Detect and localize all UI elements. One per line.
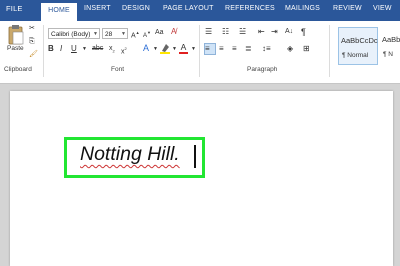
copy-icon[interactable]: ⎘ — [29, 37, 35, 47]
shading-icon[interactable]: ◈ — [287, 44, 293, 54]
italic-icon[interactable]: I — [60, 44, 62, 54]
paste-button[interactable] — [6, 24, 26, 46]
tab-home[interactable]: HOME — [41, 3, 77, 21]
highlight-color-icon[interactable] — [160, 43, 170, 56]
style-name: ¶ N — [383, 51, 393, 58]
ribbon-tab-bar: FILE HOME INSERT DESIGN PAGE LAYOUT REFE… — [0, 0, 400, 21]
chevron-down-icon: ▼ — [121, 31, 126, 37]
format-painter-icon[interactable]: 🖌 — [29, 50, 38, 60]
sort-icon[interactable]: A↓ — [285, 27, 293, 37]
paste-label: Paste — [7, 45, 24, 52]
style-name: ¶ Normal — [342, 52, 369, 59]
tab-references[interactable]: REFERENCES — [225, 5, 275, 12]
style-normal[interactable]: AaBbCcDc ¶ Normal — [338, 27, 378, 65]
group-divider — [199, 25, 200, 77]
borders-icon[interactable]: ⊞ — [303, 44, 310, 54]
grow-font-icon[interactable]: A▲ — [131, 28, 140, 41]
tab-mailings[interactable]: MAILINGS — [285, 5, 320, 12]
align-right-icon[interactable]: ≡ — [232, 44, 237, 54]
line-spacing-icon[interactable]: ↕≡ — [262, 44, 271, 54]
bold-icon[interactable]: B — [48, 44, 54, 54]
cut-icon[interactable]: ✂ — [29, 24, 35, 34]
show-formatting-icon[interactable]: ¶ — [301, 27, 306, 37]
style-sample: AaBb — [382, 35, 400, 44]
chevron-down-icon: ▼ — [93, 31, 98, 37]
increase-indent-icon[interactable]: ⇥ — [271, 27, 278, 37]
shrink-font-icon[interactable]: A▼ — [143, 28, 151, 41]
numbering-icon[interactable]: ☷ — [222, 27, 229, 37]
justify-icon[interactable]: ≣ — [245, 44, 252, 54]
font-color-icon[interactable]: A — [179, 43, 188, 54]
group-divider — [329, 25, 330, 77]
align-left-glyph-icon: ≡ — [205, 44, 210, 53]
font-name-value: Calibri (Body) — [51, 31, 91, 38]
chevron-down-icon[interactable]: ▼ — [82, 44, 87, 54]
bullets-icon[interactable]: ☰ — [205, 27, 212, 37]
text-effects-icon[interactable]: A — [143, 43, 149, 53]
superscript-icon[interactable]: x2 — [121, 44, 127, 57]
group-divider — [43, 25, 44, 77]
subscript-icon[interactable]: x2 — [109, 44, 115, 56]
tab-file[interactable]: FILE — [6, 4, 23, 13]
font-name-select[interactable]: Calibri (Body) ▼ — [48, 28, 100, 39]
align-center-icon[interactable]: ≡ — [219, 44, 224, 54]
document-page[interactable] — [10, 91, 393, 266]
style-no-spacing[interactable]: AaBb ¶ N — [380, 27, 400, 63]
chevron-down-icon[interactable]: ▼ — [153, 44, 158, 54]
tab-insert[interactable]: INSERT — [84, 5, 111, 12]
tab-page-layout[interactable]: PAGE LAYOUT — [163, 5, 214, 12]
font-size-value: 28 — [105, 31, 113, 38]
tab-view[interactable]: VIEW — [373, 5, 392, 12]
tab-review[interactable]: REVIEW — [333, 5, 362, 12]
multilevel-list-icon[interactable]: ☱ — [239, 27, 246, 37]
strikethrough-icon[interactable]: abc — [92, 44, 103, 54]
paragraph-group-label: Paragraph — [247, 66, 278, 73]
clear-formatting-icon[interactable]: A̸ — [171, 27, 176, 37]
clipboard-icon — [8, 25, 24, 45]
font-size-select[interactable]: 28 ▼ — [102, 28, 128, 39]
style-sample: AaBbCcDc — [341, 36, 378, 45]
document-text[interactable]: Notting Hill. — [80, 143, 180, 166]
clipboard-group-label: Clipboard — [4, 66, 32, 73]
tab-design[interactable]: DESIGN — [122, 5, 150, 12]
chevron-down-icon[interactable]: ▼ — [191, 44, 196, 54]
chevron-down-icon[interactable]: ▼ — [172, 44, 177, 54]
font-group-label: Font — [111, 66, 125, 73]
text-cursor — [194, 145, 196, 168]
decrease-indent-icon[interactable]: ⇤ — [258, 27, 265, 37]
underline-icon[interactable]: U — [71, 44, 77, 54]
change-case-icon[interactable]: Aa — [155, 28, 164, 38]
